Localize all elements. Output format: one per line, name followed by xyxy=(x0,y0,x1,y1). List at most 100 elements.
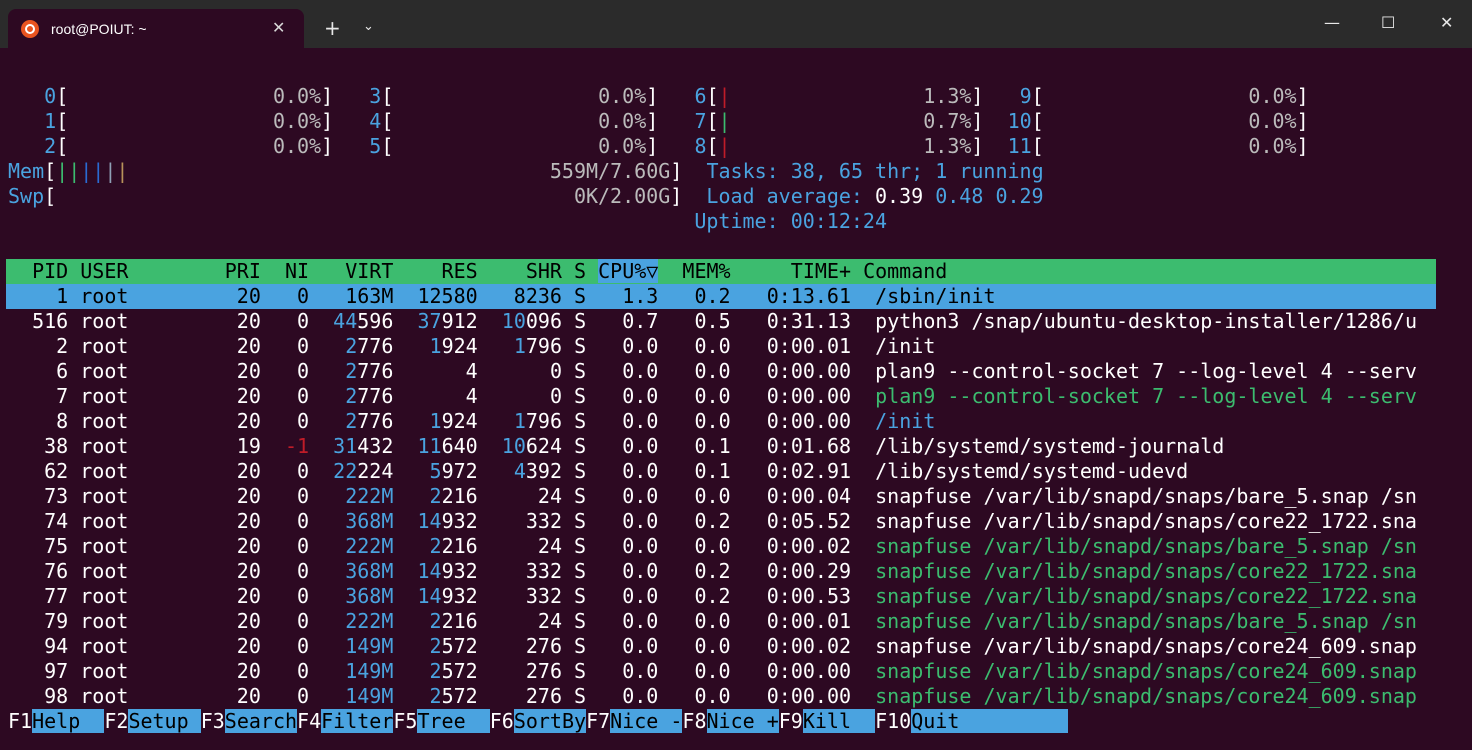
function-key-f2[interactable]: F2 xyxy=(104,709,128,733)
tab-close-button[interactable]: ✕ xyxy=(272,18,285,38)
column-header-cpu[interactable]: CPU%▽ xyxy=(598,259,659,283)
minimize-button[interactable]: — xyxy=(1324,11,1340,35)
column-header-time[interactable]: TIME+ xyxy=(743,259,851,283)
tab-dropdown-icon[interactable]: ⌄ xyxy=(363,17,374,37)
process-row[interactable]: 7 root 20 0 2776 4 0 S 0.0 0.0 0:00.00 p… xyxy=(8,384,1417,409)
function-key-label-f1[interactable]: Help xyxy=(32,709,105,733)
terminal-area[interactable]: 0[ 0.0%] 3[ 0.0%] 6[| 1.3%] 9[ 0.0%] 1[ … xyxy=(0,84,1472,750)
function-key-f10[interactable]: F10 xyxy=(875,709,911,733)
new-tab-button[interactable]: + xyxy=(324,16,341,40)
process-row[interactable]: 516 root 20 0 44596 37912 10096 S 0.7 0.… xyxy=(8,309,1417,334)
process-row[interactable]: 6 root 20 0 2776 4 0 S 0.0 0.0 0:00.00 p… xyxy=(8,359,1417,384)
state-cell: S xyxy=(574,309,587,333)
column-header-res[interactable]: RES xyxy=(405,259,478,283)
meter-bracket: [ xyxy=(706,109,719,133)
function-key-f1[interactable]: F1 xyxy=(8,709,32,733)
cpu-percent-cell: 0.0 xyxy=(598,484,659,508)
process-row[interactable]: 2 root 20 0 2776 1924 1796 S 0.0 0.0 0:0… xyxy=(8,334,935,359)
maximize-button[interactable]: ☐ xyxy=(1381,11,1395,35)
state-cell: S xyxy=(574,559,587,583)
process-row[interactable]: 8 root 20 0 2776 1924 1796 S 0.0 0.0 0:0… xyxy=(8,409,935,434)
cpu-percent-cell: 0.0 xyxy=(598,659,659,683)
function-key-label-f10[interactable]: Quit xyxy=(911,709,984,733)
process-row[interactable]: 1 root 20 0 163M 12580 8236 S 1.3 0.2 0:… xyxy=(8,284,995,309)
function-key-label-f5[interactable]: Tree xyxy=(417,709,490,733)
column-header-state[interactable]: S xyxy=(574,259,586,283)
res-cell: 14932 xyxy=(417,584,478,608)
process-row[interactable]: 73 root 20 0 222M 2216 24 S 0.0 0.0 0:00… xyxy=(8,484,1417,509)
process-row[interactable]: 79 root 20 0 222M 2216 24 S 0.0 0.0 0:00… xyxy=(8,609,1417,634)
process-row[interactable]: 97 root 20 0 149M 2572 276 S 0.0 0.0 0:0… xyxy=(8,659,1417,684)
function-key-label-f9[interactable]: Kill xyxy=(802,709,876,733)
column-header-command[interactable]: Command xyxy=(863,259,947,283)
function-key-f6[interactable]: F6 xyxy=(490,709,514,733)
function-key-f9[interactable]: F9 xyxy=(779,709,803,733)
process-table-header: PID USER PRI NI VIRT RES SHR S CPU%▽ MEM… xyxy=(8,259,947,284)
function-key-label-f6[interactable]: SortBy xyxy=(513,709,587,733)
function-key-label-f3[interactable]: Search xyxy=(224,709,298,733)
pid-cell: 62 xyxy=(8,459,69,483)
terminal-tab[interactable]: root@POIUT: ~ ✕ xyxy=(8,9,304,48)
column-header-shr[interactable]: SHR xyxy=(490,259,562,283)
process-row[interactable]: 77 root 20 0 368M 14932 332 S 0.0 0.2 0:… xyxy=(8,584,1417,609)
function-key-f5[interactable]: F5 xyxy=(393,709,417,733)
process-row[interactable]: 76 root 20 0 368M 14932 332 S 0.0 0.2 0:… xyxy=(8,559,1417,584)
function-key-label-f8[interactable]: Nice + xyxy=(706,709,779,733)
shr-cell: 1796 xyxy=(513,409,563,433)
function-key-f4[interactable]: F4 xyxy=(297,709,321,733)
process-row[interactable]: 75 root 20 0 222M 2216 24 S 0.0 0.0 0:00… xyxy=(8,534,1417,559)
priority-cell: 19 xyxy=(200,434,261,458)
column-header-pri[interactable]: PRI xyxy=(201,259,261,283)
function-key-label-f2[interactable]: Setup xyxy=(128,709,201,733)
cpu-percent-cell: 0.0 xyxy=(598,559,659,583)
priority-cell: 20 xyxy=(200,609,261,633)
function-key-f3[interactable]: F3 xyxy=(201,709,225,733)
column-header-user[interactable]: USER xyxy=(80,259,188,283)
time-cell: 0:00.01 xyxy=(742,334,852,358)
column-header-mem[interactable]: MEM% xyxy=(670,259,730,283)
process-row[interactable]: 38 root 19 -1 31432 11640 10624 S 0.0 0.… xyxy=(8,434,1224,459)
process-row[interactable]: 62 root 20 0 22224 5972 4392 S 0.0 0.1 0… xyxy=(8,459,1188,484)
column-header-ni[interactable]: NI xyxy=(273,259,309,283)
function-key-label-f7[interactable]: Nice - xyxy=(610,709,683,733)
function-key-label-f4[interactable]: Filter xyxy=(321,709,394,733)
process-row[interactable]: 74 root 20 0 368M 14932 332 S 0.0 0.2 0:… xyxy=(8,509,1417,534)
process-row[interactable]: 94 root 20 0 149M 2572 276 S 0.0 0.0 0:0… xyxy=(8,634,1417,659)
meter-bracket: ] xyxy=(321,109,334,133)
pid-cell: 79 xyxy=(8,609,69,633)
load-average-15min: 0.29 xyxy=(995,184,1044,208)
close-window-button[interactable]: ✕ xyxy=(1440,11,1453,35)
column-header-pid[interactable]: PID xyxy=(8,259,68,283)
process-row[interactable]: 98 root 20 0 149M 2572 276 S 0.0 0.0 0:0… xyxy=(8,684,1417,709)
column-header-virt[interactable]: VIRT xyxy=(321,259,393,283)
meter-fill xyxy=(731,109,924,133)
virt-cell: 2776 xyxy=(345,334,394,358)
priority-cell: 20 xyxy=(200,359,261,383)
function-key-f8[interactable]: F8 xyxy=(682,709,706,733)
time-cell: 0:00.53 xyxy=(742,584,852,608)
meter-fill xyxy=(128,159,549,183)
meter-fill xyxy=(393,134,598,158)
meter-bracket: ] xyxy=(646,109,659,133)
function-key-f7[interactable]: F7 xyxy=(586,709,610,733)
